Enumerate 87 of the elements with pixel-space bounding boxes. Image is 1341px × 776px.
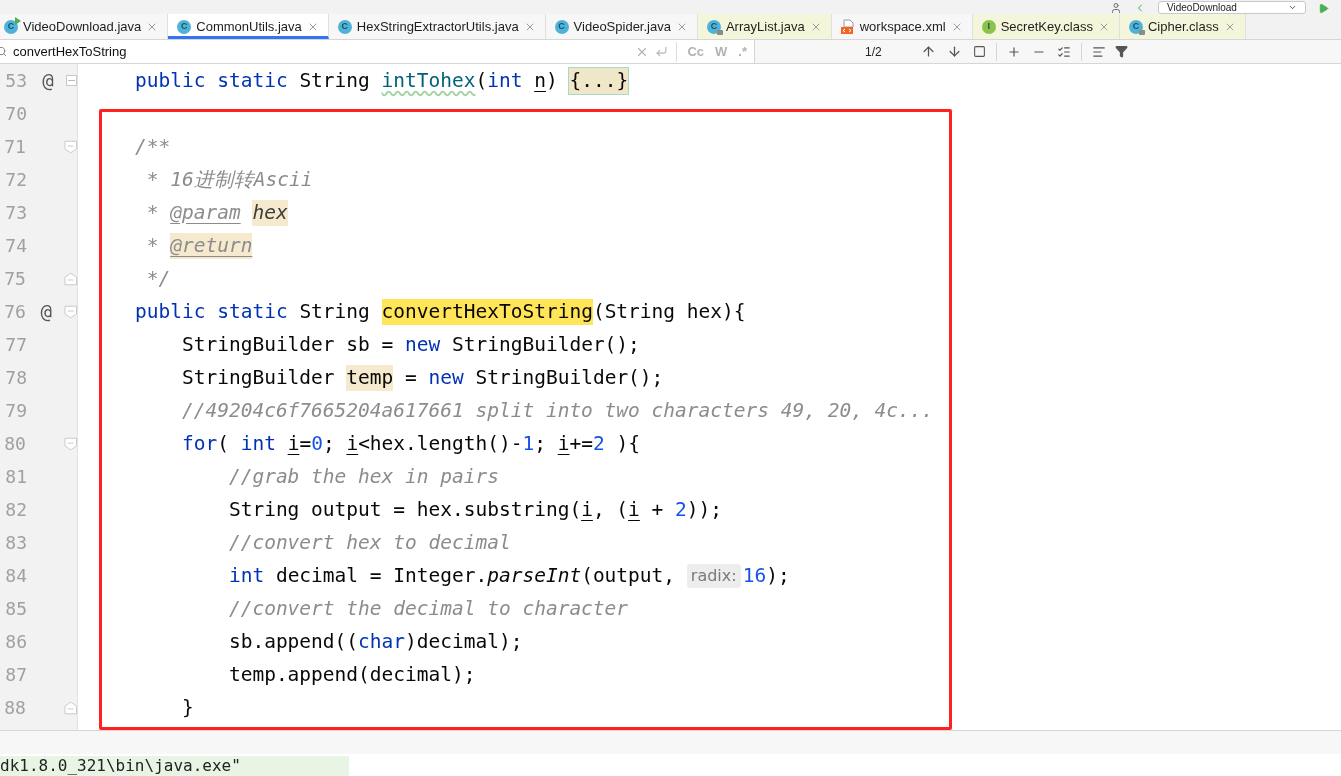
line-number: 83 bbox=[4, 531, 28, 555]
line-number: 86 bbox=[4, 630, 28, 654]
line-number: 76 bbox=[3, 300, 27, 324]
editor-tab[interactable]: C VideoSpider.java bbox=[545, 14, 698, 39]
line-number: 73 bbox=[4, 201, 28, 225]
line-number: 79 bbox=[4, 399, 28, 423]
line-number: 71 bbox=[3, 135, 27, 159]
line-number: 72 bbox=[4, 168, 28, 192]
line-number: 53 bbox=[4, 69, 28, 93]
class-icon: C bbox=[1128, 19, 1143, 34]
editor-tab[interactable]: C HexStringExtractorUtils.java bbox=[328, 14, 546, 39]
code-line: /** bbox=[135, 133, 172, 160]
fold-icon[interactable] bbox=[63, 436, 77, 451]
line-number: 84 bbox=[4, 564, 28, 588]
code-line: * 16进制转Ascii bbox=[145, 166, 314, 193]
window-icon[interactable] bbox=[973, 45, 986, 58]
select-all-icon[interactable] bbox=[1057, 44, 1071, 59]
tab-label: workspace.xml bbox=[859, 17, 946, 36]
user-icon[interactable] bbox=[1110, 2, 1122, 14]
code-line: String output = hex.substring(i, (i + 2)); bbox=[227, 496, 724, 523]
match-count: 1/2 bbox=[865, 43, 883, 61]
expand-fold-icon[interactable] bbox=[66, 75, 77, 86]
line-number: 87 bbox=[4, 663, 28, 687]
console-output: dk1.8.0_321\bin\java.exe" bbox=[0, 756, 349, 776]
newline-icon[interactable] bbox=[655, 45, 669, 58]
override-marker[interactable]: @ bbox=[40, 297, 52, 326]
code-line: temp.append(decimal); bbox=[227, 661, 477, 688]
line-number: 85 bbox=[4, 597, 28, 621]
class-icon: C bbox=[337, 19, 352, 34]
caret-icon bbox=[1288, 3, 1297, 12]
line-number: 80 bbox=[3, 432, 27, 456]
tab-label: VideoSpider.java bbox=[573, 17, 671, 36]
editor-tab[interactable]: C CommonUtils.java bbox=[168, 14, 329, 39]
code-line: //convert hex to decimal bbox=[227, 529, 512, 556]
fold-icon[interactable] bbox=[63, 271, 77, 286]
code-line: StringBuilder temp = new StringBuilder(); bbox=[180, 363, 665, 393]
xml-file-icon bbox=[840, 19, 855, 34]
line-number: 78 bbox=[4, 366, 28, 390]
code-line: StringBuilder sb = new StringBuilder(); bbox=[180, 331, 641, 358]
code-line: public static String convertHexToString(String hex){ bbox=[135, 297, 747, 327]
code-line: * @param hex bbox=[145, 198, 289, 228]
class-icon: C bbox=[177, 19, 192, 34]
line-number: 75 bbox=[3, 267, 27, 291]
parameter-hint: radix: bbox=[686, 563, 741, 588]
code-line: //grab the hex in pairs bbox=[227, 463, 500, 490]
class-icon: C bbox=[4, 19, 18, 34]
code-line: * @return bbox=[145, 231, 254, 261]
run-config-dropdown[interactable]: VideoDownload bbox=[1158, 1, 1306, 14]
next-match-icon[interactable] bbox=[947, 44, 962, 59]
search-field[interactable]: convertHexToString Cc W .* bbox=[0, 40, 755, 63]
tab-label: VideoDownload.java bbox=[23, 17, 142, 36]
tab-label: CommonUtils.java bbox=[196, 17, 302, 36]
run-icon[interactable] bbox=[1318, 3, 1329, 14]
tab-label: Cipher.class bbox=[1147, 17, 1219, 36]
filter-lines-icon[interactable] bbox=[1092, 44, 1106, 59]
add-occurrence-icon[interactable] bbox=[1007, 44, 1021, 59]
editor-tab[interactable]: workspace.xml bbox=[831, 14, 973, 39]
fold-icon[interactable] bbox=[63, 700, 77, 715]
line-number: 77 bbox=[4, 333, 28, 357]
class-icon: C bbox=[706, 19, 721, 34]
line-number: 70 bbox=[4, 102, 28, 126]
line-number: 82 bbox=[4, 498, 28, 522]
tab-label: HexStringExtractorUtils.java bbox=[356, 17, 519, 36]
code-line: int decimal = Integer.parseInt(output, radix: 16); bbox=[227, 562, 791, 590]
editor-tab[interactable]: I SecretKey.class bbox=[972, 14, 1120, 39]
fold-icon[interactable] bbox=[63, 139, 77, 154]
interface-icon: I bbox=[981, 19, 996, 34]
override-marker[interactable]: @ bbox=[42, 66, 54, 95]
line-number: 88 bbox=[3, 696, 27, 720]
previous-match-icon[interactable] bbox=[921, 44, 936, 59]
code-line: for( int i=0; i<hex.length()-1; i+=2 ){ bbox=[180, 430, 641, 457]
code-line: } bbox=[180, 694, 195, 721]
line-number: 74 bbox=[4, 234, 28, 258]
fold-icon[interactable] bbox=[63, 304, 77, 319]
code-line: public static String intTohex(int n) {...} bbox=[135, 66, 630, 96]
tab-label: SecretKey.class bbox=[1000, 17, 1093, 36]
filter-icon[interactable] bbox=[1115, 45, 1128, 58]
code-line: //49204c6f7665204a617661 split into two characters 49, 20, 4c... bbox=[180, 397, 935, 424]
code-line: sb.append((char)decimal); bbox=[227, 628, 524, 655]
editor-tab[interactable]: C ArrayList.java bbox=[697, 14, 832, 39]
code-line: //convert the decimal to character bbox=[227, 595, 630, 622]
code-line: */ bbox=[145, 265, 172, 292]
editor-tab[interactable]: C VideoDownload.java bbox=[0, 14, 169, 39]
class-icon: C bbox=[554, 19, 569, 34]
tab-label: ArrayList.java bbox=[725, 17, 805, 36]
line-number: 81 bbox=[4, 465, 28, 489]
editor-tab[interactable]: C Cipher.class bbox=[1119, 14, 1246, 39]
